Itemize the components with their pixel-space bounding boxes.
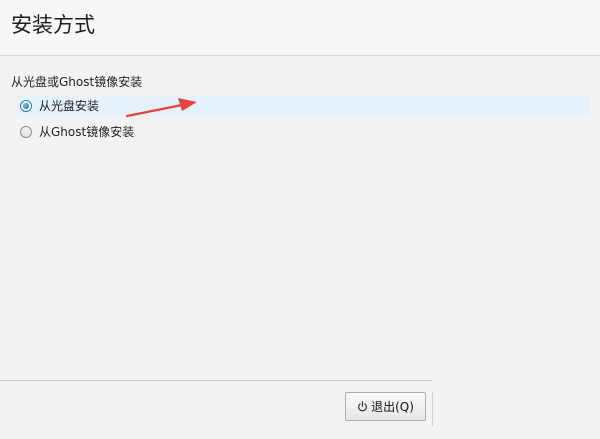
radio-option-label: 从光盘安装 <box>39 98 100 113</box>
quit-button[interactable]: 退出(Q) <box>345 392 426 421</box>
header-bar: 安装方式 <box>0 0 600 56</box>
footer-divider <box>0 380 432 381</box>
page-title: 安装方式 <box>11 13 95 37</box>
radio-button-unchecked[interactable] <box>20 125 32 138</box>
footer-vertical-divider <box>432 392 433 426</box>
quit-button-label: 退出(Q) <box>371 400 414 414</box>
radio-option-label: 从Ghost镜像安装 <box>39 124 135 139</box>
power-icon <box>358 401 368 412</box>
radio-option-install-from-disc[interactable]: 从光盘安装 <box>17 96 590 115</box>
install-source-group-label: 从光盘或Ghost镜像安装 <box>11 75 143 89</box>
annotation-arrow-icon <box>125 98 197 118</box>
radio-button-checked[interactable] <box>20 99 32 112</box>
